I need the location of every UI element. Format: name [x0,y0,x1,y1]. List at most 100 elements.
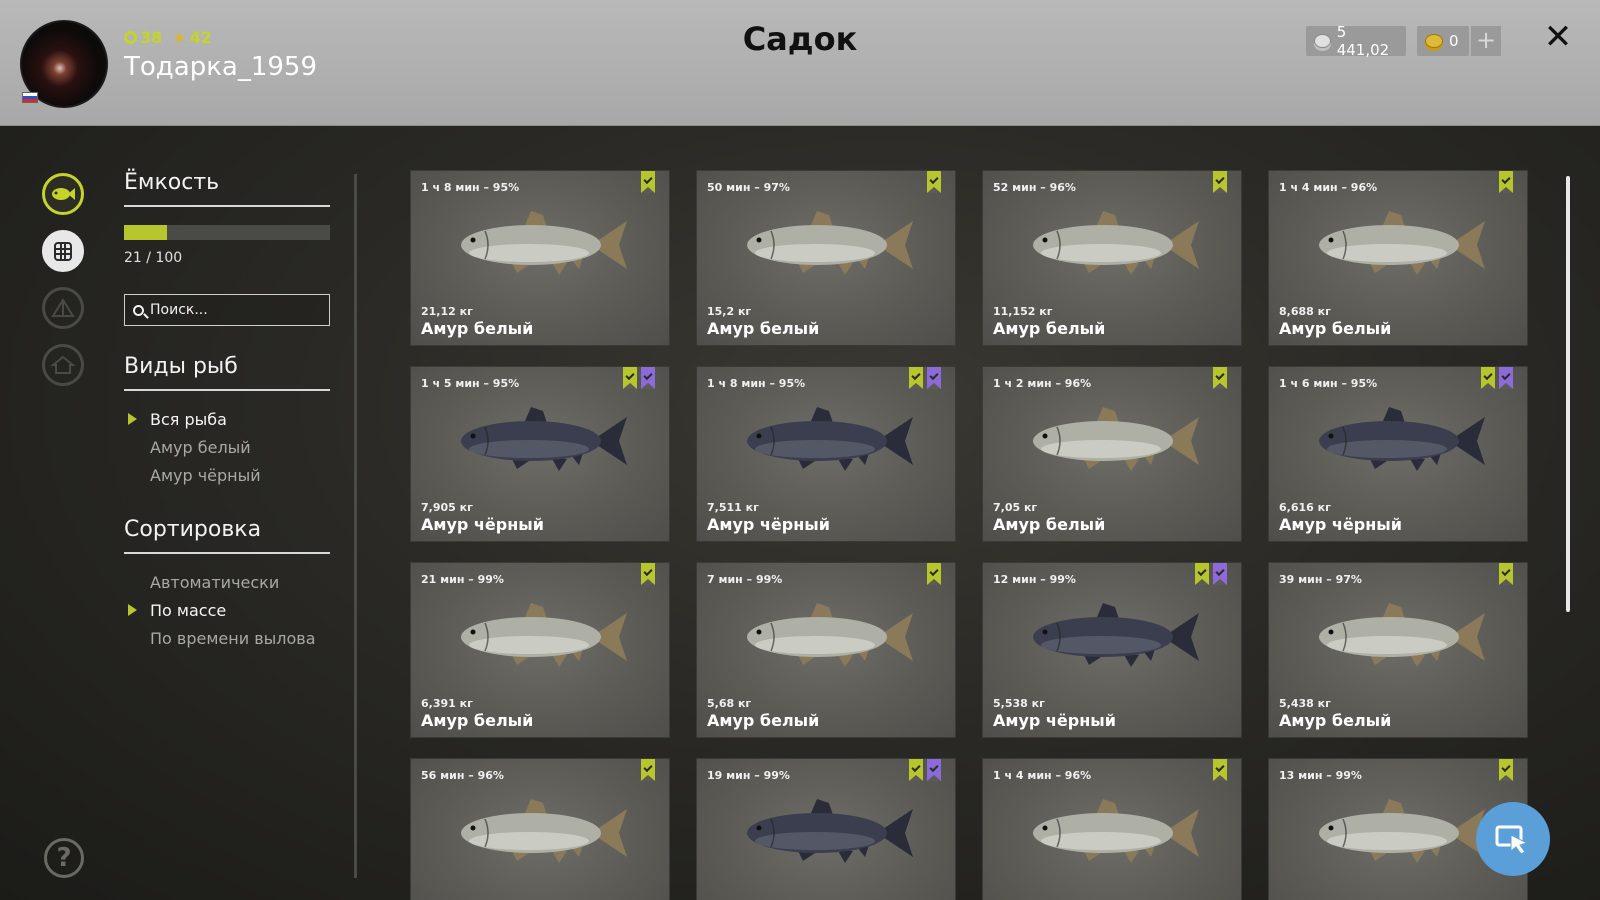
catch-time-quality: 50 мин – 97% [707,181,790,194]
fish-card[interactable]: 1 ч 5 мин – 95% 7,905 кг Амур чёрный [410,366,670,542]
fish-image [747,799,913,863]
check-badge-icon [1481,367,1495,389]
check-badge-icon [909,367,923,389]
fish-name: Амур белый [1279,319,1392,338]
fish-card[interactable]: 1 ч 6 мин – 95% 6,616 кг Амур чёрный [1268,366,1528,542]
sorting-item-label: По времени вылова [150,628,316,648]
fish-card[interactable]: 1 ч 4 мин – 96% [982,758,1242,900]
fish-glyph-icon [52,188,75,200]
fish-name: Амур белый [707,711,820,730]
sorting-list: Автоматически По массе По времени вылова [124,568,330,652]
tent-glyph-icon [51,298,75,317]
sorting-item[interactable]: По массе [124,596,330,624]
catch-time-quality: 12 мин – 99% [993,573,1076,586]
fish-card[interactable]: 1 ч 2 мин – 96% 7,05 кг Амур белый [982,366,1242,542]
catch-time-quality: 1 ч 8 мин – 95% [707,377,806,390]
fish-card[interactable]: 39 мин – 97% 5,438 кг Амур белый [1268,562,1528,738]
fish-image [747,211,913,275]
keepnet-icon[interactable] [42,230,84,272]
catch-time-quality: 19 мин – 99% [707,769,790,782]
fish-card[interactable]: 1 ч 8 мин – 95% 21,12 кг Амур белый [410,170,670,346]
fish-name: Амур белый [993,319,1106,338]
fish-card[interactable]: 7 мин – 99% 5,68 кг Амур белый [696,562,956,738]
fish-weight: 5,68 кг [707,697,752,710]
fish-weight: 15,2 кг [707,305,752,318]
fish-weight: 7,05 кг [993,501,1038,514]
fish-card[interactable]: 1 ч 8 мин – 95% 7,511 кг Амур чёрный [696,366,956,542]
fish-image [747,603,913,667]
fish-image [1033,799,1199,863]
fish-image [461,603,627,667]
catch-time-quality: 21 мин – 99% [421,573,504,586]
fish-name: Амур белый [421,319,534,338]
fish-weight: 5,538 кг [993,697,1045,710]
check-badge-icon [1213,367,1227,389]
species-list: Вся рыба Амур белый Амур чёрный [124,405,330,489]
close-button[interactable]: ✕ [1541,20,1575,54]
fish-card[interactable]: 56 мин – 96% [410,758,670,900]
check-badge-icon [1195,563,1209,585]
gold-coins-icon [1425,34,1443,48]
home-icon[interactable] [42,344,84,386]
check-badge-icon [1213,759,1227,781]
capacity-title: Ёмкость [124,170,330,207]
sorting-title: Сортировка [124,517,330,554]
check-badge-icon [1499,171,1513,193]
check-badge-icon [623,367,637,389]
catch-time-quality: 7 мин – 99% [707,573,783,586]
check-badge-icon [641,759,655,781]
grid-scrollbar[interactable] [1566,176,1570,612]
fish-weight: 11,152 кг [993,305,1053,318]
fish-image [1319,603,1485,667]
species-item[interactable]: Амур белый [124,433,330,461]
russia-flag-icon [22,92,38,103]
cursor-icon [1495,825,1529,855]
fish-weight: 21,12 кг [421,305,473,318]
fish-image [1033,603,1199,667]
fish-card[interactable]: 52 мин – 96% 11,152 кг Амур белый [982,170,1242,346]
fish-weight: 6,391 кг [421,697,473,710]
fish-name: Амур белый [707,319,820,338]
fish-name: Амур белый [1279,711,1392,730]
fish-image [1319,799,1485,863]
fish-card[interactable]: 1 ч 4 мин – 96% 8,688 кг Амур белый [1268,170,1528,346]
fish-grid: 1 ч 8 мин – 95% 21,12 кг Амур белый 50 мин … [410,170,1546,900]
silver-coins-icon [1314,34,1331,48]
check-badge-icon [1499,563,1513,585]
add-currency-button[interactable]: + [1471,26,1501,56]
tent-icon[interactable] [42,287,84,329]
filter-panel: Ёмкость 21 / 100 Поиск... Виды рыб Вся р… [124,170,330,652]
search-icon [133,304,144,316]
catch-time-quality: 52 мин – 96% [993,181,1076,194]
fish-card[interactable]: 19 мин – 99% [696,758,956,900]
trophy-badge-icon [641,367,655,389]
fish-weight: 7,511 кг [707,501,759,514]
search-placeholder: Поиск... [150,302,208,318]
catch-time-quality: 56 мин – 96% [421,769,504,782]
check-badge-icon [927,171,941,193]
catch-time-quality: 1 ч 4 мин – 96% [1279,181,1378,194]
species-title: Виды рыб [124,354,330,391]
sorting-item[interactable]: По времени вылова [124,624,330,652]
fish-image [1319,211,1485,275]
sorting-item[interactable]: Автоматически [124,568,330,596]
fish-icon[interactable] [42,173,84,215]
catch-time-quality: 39 мин – 97% [1279,573,1362,586]
fish-card[interactable]: 50 мин – 97% 15,2 кг Амур белый [696,170,956,346]
help-icon[interactable]: ? [44,838,84,878]
species-item[interactable]: Амур чёрный [124,461,330,489]
capacity-bar [124,225,330,240]
check-badge-icon [1499,759,1513,781]
catch-time-quality: 1 ч 5 мин – 95% [421,377,520,390]
species-item[interactable]: Вся рыба [124,405,330,433]
catch-time-quality: 13 мин – 99% [1279,769,1362,782]
check-badge-icon [927,563,941,585]
fish-name: Амур белый [993,515,1106,534]
fish-card[interactable]: 12 мин – 99% 5,538 кг Амур чёрный [982,562,1242,738]
gold-balance: 0 [1417,26,1469,56]
fish-image [461,799,627,863]
fish-card[interactable]: 21 мин – 99% 6,391 кг Амур белый [410,562,670,738]
cursor-mode-button[interactable] [1476,802,1550,876]
search-input[interactable]: Поиск... [124,294,330,326]
fish-weight: 5,438 кг [1279,697,1331,710]
